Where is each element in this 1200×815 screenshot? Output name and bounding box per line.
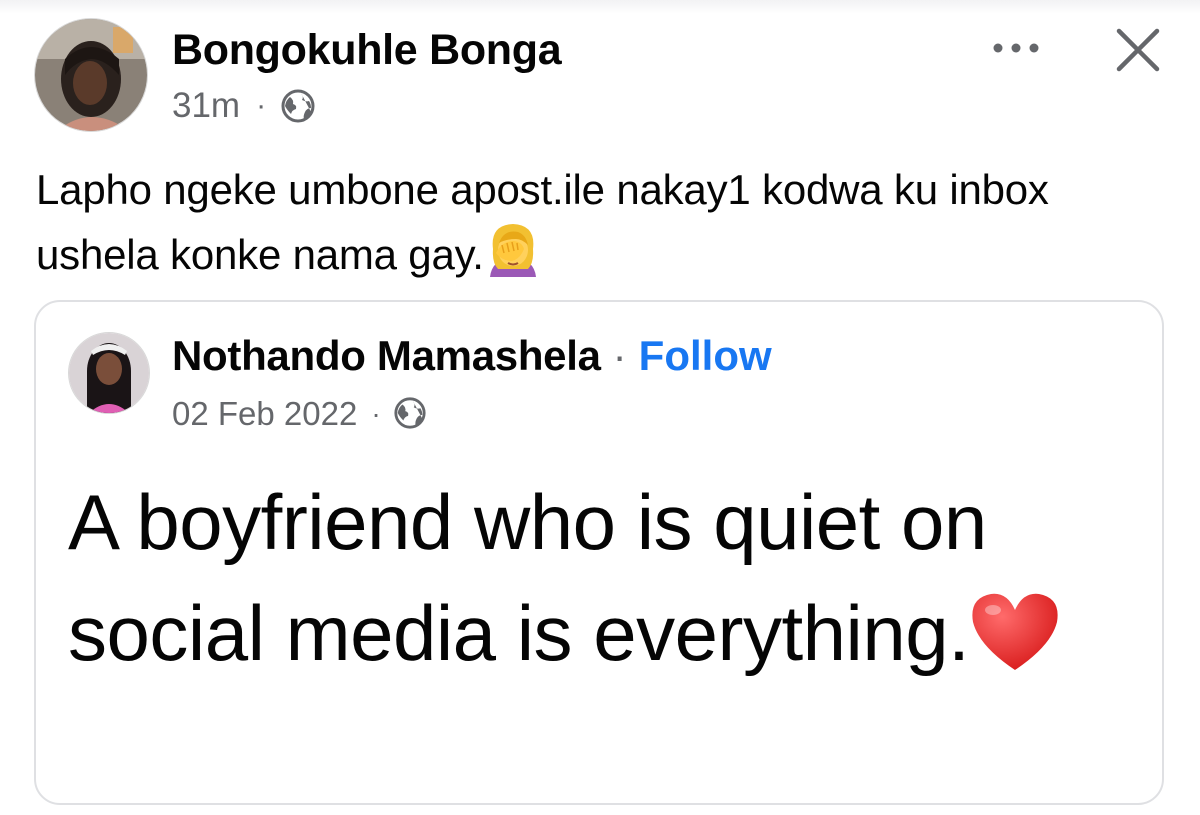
post-caption: Lapho ngeke umbone apost.ile nakay1 kodw… xyxy=(36,160,1166,292)
follow-button[interactable]: Follow xyxy=(639,332,772,380)
globe-icon[interactable] xyxy=(280,88,316,124)
shared-post-card[interactable]: Nothando Mamashela · Follow 02 Feb 2022 … xyxy=(34,300,1164,805)
meta-separator: · xyxy=(371,398,381,429)
shared-post-text: A boyfriend who is quiet on social media… xyxy=(68,467,1128,697)
meta-separator: · xyxy=(256,89,267,122)
shared-author-avatar-photo xyxy=(69,333,149,413)
top-shade xyxy=(0,0,1200,14)
more-options-icon xyxy=(993,43,1039,53)
more-options-button[interactable] xyxy=(988,28,1044,68)
shared-post-date[interactable]: 02 Feb 2022 xyxy=(172,395,357,433)
author-avatar[interactable] xyxy=(34,18,148,132)
header-separator: · xyxy=(612,332,627,379)
close-button[interactable] xyxy=(1108,20,1168,80)
close-icon xyxy=(1116,28,1160,72)
author-avatar-photo xyxy=(35,19,147,131)
author-name[interactable]: Bongokuhle Bonga xyxy=(172,26,562,75)
shared-post-meta: 02 Feb 2022 · xyxy=(172,394,429,434)
caption-text: Lapho ngeke umbone apost.ile nakay1 kodw… xyxy=(36,166,1049,278)
shared-author-avatar[interactable] xyxy=(68,332,150,414)
red-heart-emoji xyxy=(969,586,1061,697)
face-palm-emoji xyxy=(484,219,542,292)
shared-text-body: A boyfriend who is quiet on social media… xyxy=(68,478,987,677)
globe-icon[interactable] xyxy=(393,396,429,432)
post-meta: 31m · xyxy=(172,84,316,128)
post-time[interactable]: 31m xyxy=(172,86,240,126)
shared-author-name[interactable]: Nothando Mamashela xyxy=(172,332,601,380)
shared-post-header: Nothando Mamashela · Follow xyxy=(172,332,772,380)
facebook-post: Bongokuhle Bonga 31m · Lapho ngeke umbon… xyxy=(0,0,1200,815)
